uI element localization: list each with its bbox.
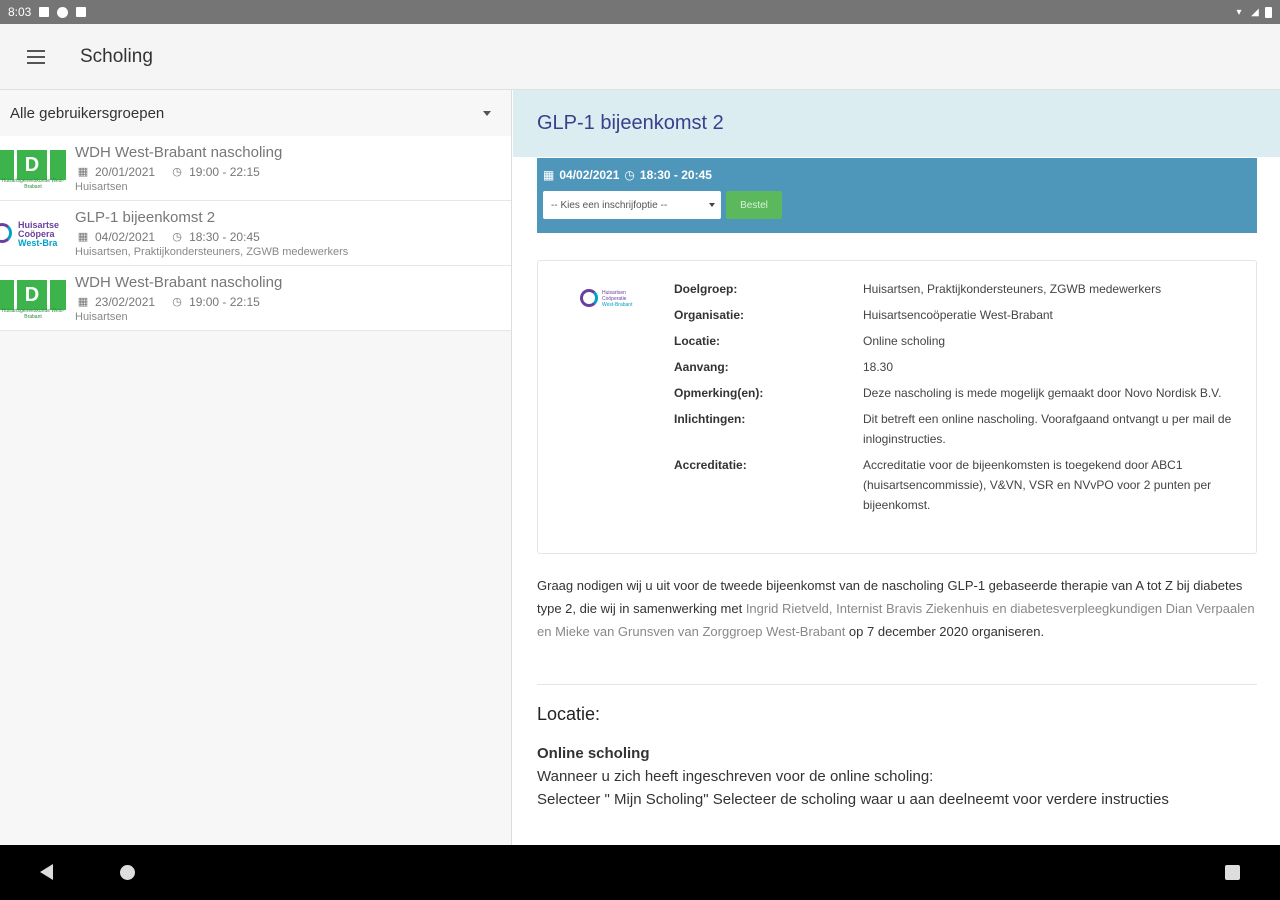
event-date: 20/01/2021 [95, 164, 156, 179]
info-key: Locatie: [674, 334, 721, 348]
clock-icon: ◷ [624, 168, 635, 182]
app-notification-icon [57, 6, 69, 18]
calendar-icon: ▦ [77, 166, 89, 178]
event-description: Graag nodigen wij u uit voor de tweede b… [537, 578, 1255, 639]
huisartsencooperatie-logo: Huisartse Coöpera West-Bra [0, 207, 66, 259]
system-nav-bar [0, 845, 1280, 900]
signup-panel: ▦ 04/02/2021 ◷ 18:30 - 20:45 -- Kies een… [537, 158, 1257, 233]
clock-icon: ◷ [172, 296, 182, 308]
info-key: Aanvang: [674, 360, 729, 374]
info-value: Huisartsen, Praktijkondersteuners, ZGWB … [863, 282, 1162, 296]
info-card: Huisartsen Coöperatie West-Brabant Doelg… [537, 260, 1257, 554]
event-title: WDH West-Brabant nascholing [75, 143, 283, 161]
event-time: 18:30 - 20:45 [189, 229, 260, 244]
status-time: 8:03 [8, 5, 32, 19]
event-date: 23/02/2021 [95, 294, 156, 309]
detail-title: GLP-1 bijeenkomst 2 [513, 90, 1280, 157]
wdh-logo: D Huisartsgeneeskunde West-Brabant [0, 142, 66, 194]
event-time: 19:00 - 22:15 [189, 294, 260, 309]
calendar-icon: ▦ [77, 296, 89, 308]
location-heading: Locatie: [537, 704, 601, 724]
event-detail-pane: GLP-1 bijeenkomst 2 ▦ 04/02/2021 ◷ 18:30… [513, 90, 1280, 845]
info-value: 18.30 [863, 360, 894, 374]
signup-option-select[interactable]: -- Kies een inschrijfoptie -- [543, 191, 721, 219]
page-title: Scholing [80, 45, 153, 67]
battery-icon [1265, 6, 1272, 18]
chevron-down-icon [709, 203, 715, 207]
notification-icon [39, 7, 50, 17]
location-name: Online scholing [537, 745, 650, 762]
info-table: Doelgroep: Huisartsen, Praktijkondersteun… [674, 279, 1234, 521]
info-value: Dit betreft een online nascholing. Voora… [863, 412, 1232, 446]
info-value: Online scholing [863, 334, 946, 348]
info-value: Accreditatie voor de bijeenkomsten is to… [863, 458, 1212, 512]
signup-date: 04/02/2021 [559, 168, 620, 182]
clock-icon: ◷ [172, 166, 182, 178]
user-group-dropdown[interactable]: Alle gebruikersgroepen [0, 90, 511, 136]
info-key: Doelgroep: [674, 282, 738, 296]
order-button[interactable]: Bestel [726, 191, 782, 219]
event-date: 04/02/2021 [95, 229, 156, 244]
info-value: Deze nascholing is mede mogelijk gemaakt… [863, 386, 1222, 400]
location-line: Selecteer " Mijn Scholing" Selecteer de … [537, 791, 1169, 808]
event-groups: Huisartsen [75, 310, 128, 323]
event-groups: Huisartsen, Praktijkondersteuners, ZGWB … [75, 245, 349, 258]
event-list-item[interactable]: D Huisartsgeneeskunde West-Brabant WDH W… [0, 266, 511, 331]
event-groups: Huisartsen [75, 180, 128, 193]
divider [537, 684, 1257, 685]
location-details: Online scholing Wanneer u zich heeft ing… [537, 742, 1257, 811]
clock-icon: ◷ [172, 231, 182, 243]
info-value: Huisartsencoöperatie West-Brabant [863, 308, 1053, 322]
signup-time: 18:30 - 20:45 [639, 168, 712, 182]
calendar-icon: ▦ [77, 231, 89, 243]
app-bar: Scholing [0, 24, 1280, 90]
user-group-dropdown-value: Alle gebruikersgroepen [10, 104, 165, 122]
info-key: Organisatie: [674, 308, 745, 322]
calendar-icon: ▦ [543, 168, 555, 182]
event-list-pane: Alle gebruikersgroepen D Huisartsgeneesk… [0, 90, 512, 845]
info-key: Accreditatie: [674, 458, 747, 472]
event-title: GLP-1 bijeenkomst 2 [75, 208, 216, 226]
wifi-icon: ▾ [1236, 6, 1242, 18]
back-icon[interactable] [40, 864, 53, 880]
event-title: WDH West-Brabant nascholing [75, 273, 283, 291]
status-bar: 8:03 ▾ ◢ [0, 0, 1280, 24]
sd-card-icon [76, 7, 87, 17]
home-icon[interactable] [120, 865, 135, 880]
signup-option-placeholder: -- Kies een inschrijfoptie -- [551, 199, 668, 211]
info-key: Inlichtingen: [674, 412, 746, 426]
event-list-item[interactable]: Huisartse Coöpera West-Bra GLP-1 bijeenk… [0, 201, 511, 266]
dropdown-caret-icon [483, 110, 491, 116]
recent-apps-icon[interactable] [1225, 865, 1240, 880]
signal-icon: ◢ [1251, 6, 1259, 18]
info-key: Opmerking(en): [674, 386, 764, 400]
event-list-item[interactable]: D Huisartsgeneeskunde West-Brabant WDH W… [0, 136, 511, 201]
menu-icon[interactable] [0, 24, 72, 90]
event-time: 19:00 - 22:15 [189, 164, 260, 179]
location-line: Wanneer u zich heeft ingeschreven voor d… [537, 768, 934, 785]
wdh-logo: D Huisartsgeneeskunde West-Brabant [0, 272, 66, 324]
organisation-logo: Huisartsen Coöperatie West-Brabant [580, 287, 650, 311]
